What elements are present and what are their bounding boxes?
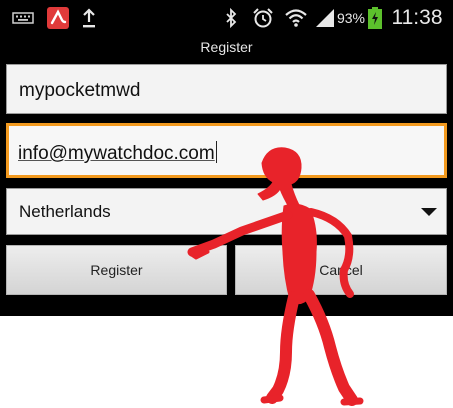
clock: 11:38 [391, 6, 443, 29]
figure-right-foot [340, 397, 364, 406]
country-value: Netherlands [19, 202, 111, 221]
email-field[interactable]: info@mywatchdoc.com [6, 123, 447, 178]
alarm-icon [250, 0, 276, 36]
email-value: info@mywatchdoc.com [18, 143, 215, 164]
battery-charging-icon [367, 0, 383, 36]
avira-icon [45, 0, 71, 36]
country-select[interactable]: Netherlands [6, 188, 447, 235]
username-field[interactable]: mypocketmwd [6, 64, 447, 114]
wifi-icon [283, 0, 309, 36]
cancel-button[interactable]: Cancel [235, 245, 447, 295]
signal-icon [313, 0, 337, 36]
upload-icon [78, 0, 100, 36]
username-value: mypocketmwd [19, 80, 141, 101]
register-button-label: Register [90, 262, 143, 278]
status-bar: 93% 11:38 [0, 0, 453, 36]
phone-screen: 93% 11:38 Register mypocketmwd info@mywa… [0, 0, 453, 316]
battery-percent: 93% [336, 10, 366, 26]
figure-left-foot [260, 394, 284, 404]
text-cursor [215, 141, 218, 163]
cancel-button-label: Cancel [319, 262, 363, 278]
page-title: Register [0, 36, 453, 60]
register-button[interactable]: Register [6, 245, 227, 295]
bluetooth-icon [222, 0, 240, 36]
keyboard-icon [10, 0, 36, 36]
dropdown-arrow-icon [421, 208, 437, 216]
